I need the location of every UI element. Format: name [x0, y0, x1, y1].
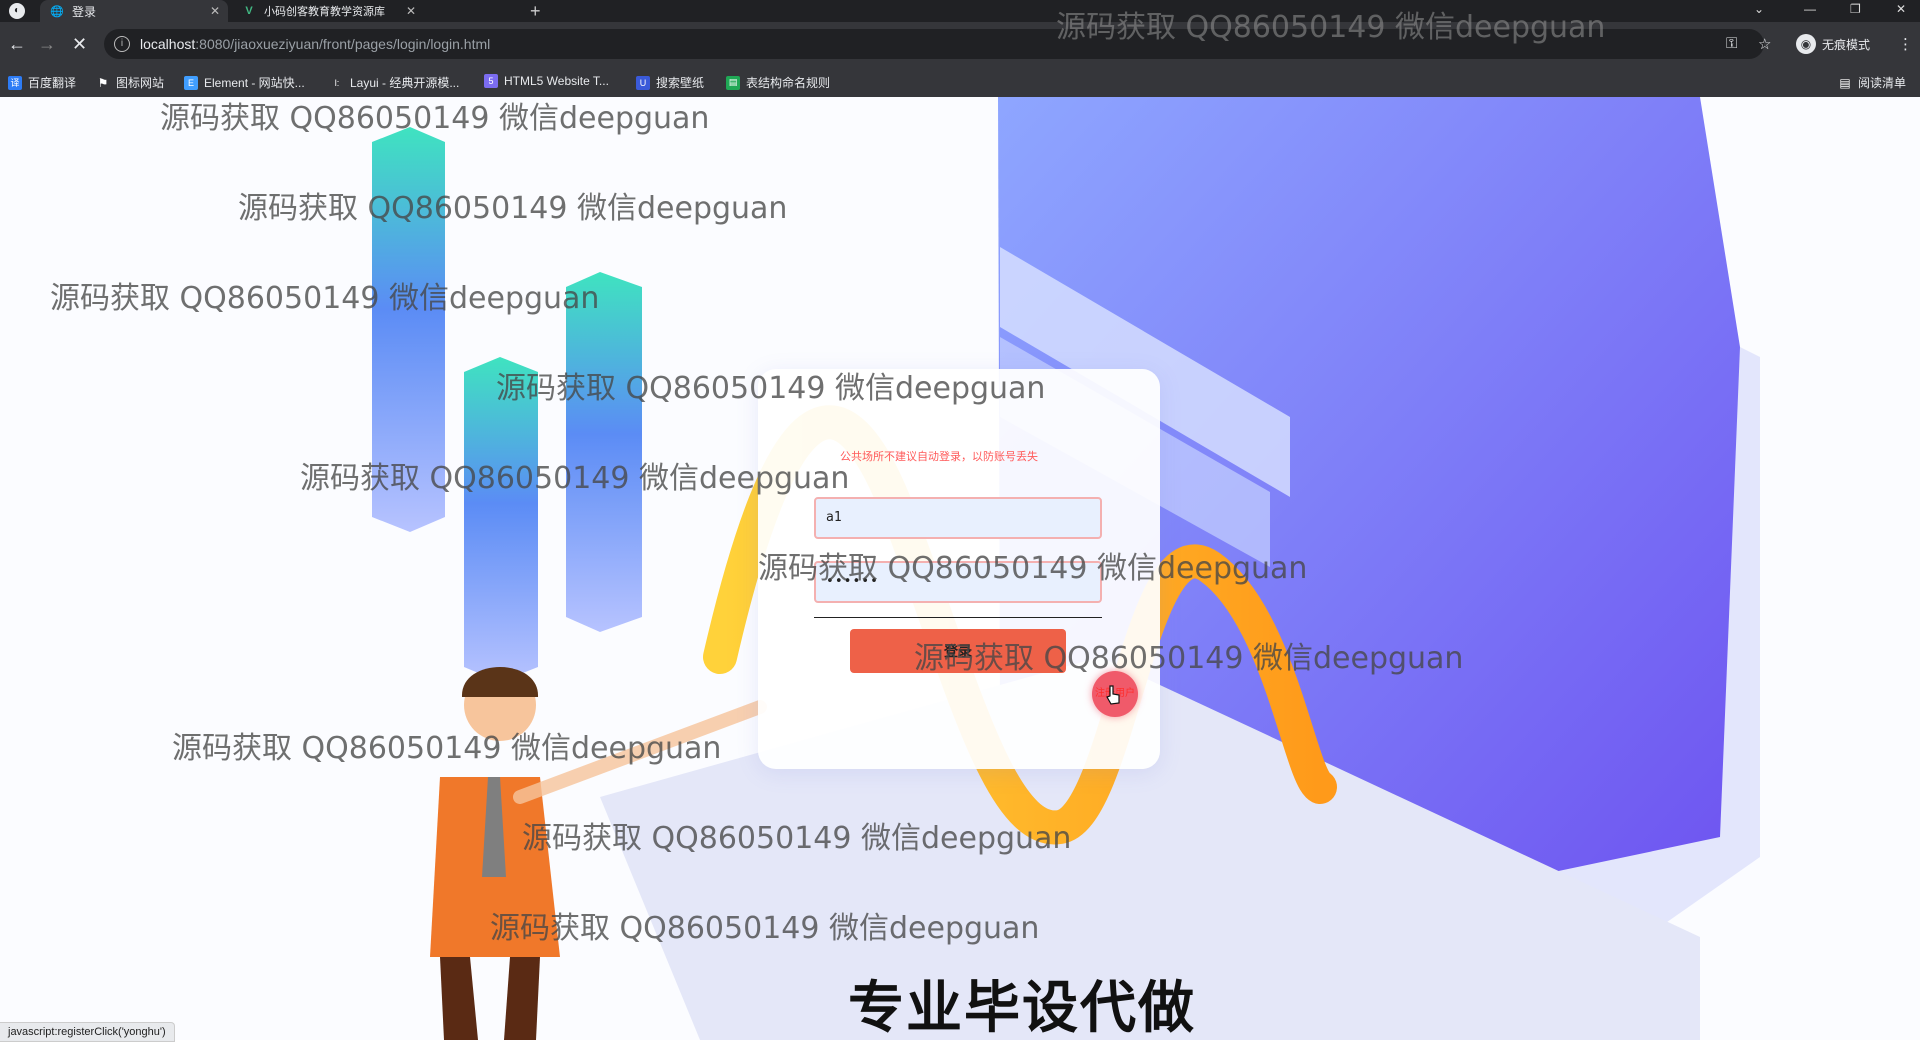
- tab-login[interactable]: 🌐 登录 ✕: [40, 0, 228, 22]
- login-page: 公共场所不建议自动登录，以防账号丢失 a1 •••••• 登录 注册用户 源码获…: [0, 97, 1920, 1040]
- translate-icon: 译: [8, 75, 22, 90]
- bookmark-label: Layui - 经典开源模...: [350, 76, 460, 90]
- minimize-icon[interactable]: —: [1804, 0, 1816, 22]
- status-bar-url: javascript:registerClick('yonghu'): [0, 1022, 175, 1042]
- forward-icon[interactable]: →: [38, 34, 56, 55]
- chart-bar-mid: [566, 272, 642, 632]
- bookmark-item[interactable]: E Element - 网站快...: [184, 74, 305, 91]
- incognito-icon: ◉: [1796, 34, 1816, 54]
- globe-icon: 🌐: [50, 5, 64, 18]
- vue-logo-icon: V: [245, 5, 253, 17]
- bookmark-item[interactable]: U 搜索壁纸: [636, 74, 704, 91]
- bookmark-label: Element - 网站快...: [204, 76, 305, 90]
- restore-icon[interactable]: ❐: [1850, 0, 1861, 22]
- security-hint: 公共场所不建议自动登录，以防账号丢失: [840, 451, 1038, 463]
- layui-logo-icon: l:: [334, 77, 340, 88]
- address-bar[interactable]: i localhost :8080/jiaoxueziyuan/front/pa…: [104, 29, 1764, 59]
- video-caption: 专业毕设代做: [848, 976, 1196, 1040]
- browser-tab-strip: ◐ 🌐 登录 ✕ V 小码创客教育教学资源库 ✕ + ⌄ — ❐ ✕: [0, 0, 1920, 22]
- bookmark-item[interactable]: ⚑ 图标网站: [96, 74, 164, 91]
- chart-bar-short: [464, 357, 538, 682]
- bookmark-item[interactable]: 译 百度翻译: [8, 74, 76, 91]
- login-button[interactable]: 登录: [850, 629, 1066, 673]
- element-logo-icon: E: [184, 75, 198, 90]
- incognito-label: 无痕模式: [1822, 37, 1871, 52]
- reading-list-button[interactable]: ▤ 阅读清单: [1838, 74, 1906, 91]
- window-close-icon[interactable]: ✕: [1896, 0, 1906, 22]
- html5-icon: 5: [484, 74, 498, 88]
- password-input[interactable]: ••••••: [814, 561, 1102, 603]
- close-icon[interactable]: ✕: [210, 4, 220, 18]
- wallpaper-icon: U: [636, 75, 650, 90]
- table-icon: ▤: [726, 75, 740, 90]
- tab-title: 小码创客教育教学资源库: [264, 6, 385, 18]
- bookmark-label: 图标网站: [116, 76, 165, 90]
- stop-loading-icon[interactable]: ✕: [72, 34, 87, 55]
- site-info-icon[interactable]: i: [114, 36, 130, 52]
- bookmark-label: 表结构命名规则: [746, 76, 831, 90]
- back-icon[interactable]: ←: [8, 34, 26, 55]
- bookmark-label: 百度翻译: [28, 76, 77, 90]
- chart-bar-tall: [372, 127, 445, 532]
- reading-list-icon: ▤: [1839, 75, 1851, 90]
- flag-icon: ⚑: [97, 75, 109, 90]
- username-input[interactable]: a1: [814, 497, 1102, 539]
- tab-resource-library[interactable]: V 小码创客教育教学资源库 ✕: [232, 0, 424, 22]
- bookmark-label: 搜索壁纸: [656, 76, 705, 90]
- tab-search-icon[interactable]: ⌄: [1754, 0, 1764, 22]
- bookmark-star-icon[interactable]: ☆: [1758, 35, 1771, 53]
- reading-list-label: 阅读清单: [1858, 76, 1907, 90]
- divider: [814, 617, 1102, 618]
- key-icon[interactable]: ⚿: [1726, 35, 1737, 52]
- close-icon[interactable]: ✕: [406, 4, 416, 18]
- bookmark-item[interactable]: 5 HTML5 Website T...: [484, 74, 609, 88]
- browser-menu-icon[interactable]: ◐: [9, 3, 25, 19]
- url-host: localhost: [140, 36, 196, 52]
- new-tab-icon[interactable]: +: [530, 0, 541, 22]
- bookmarks-bar: 译 百度翻译 ⚑ 图标网站 E Element - 网站快... l: Layu…: [0, 67, 1920, 98]
- bookmark-item[interactable]: l: Layui - 经典开源模...: [330, 74, 460, 91]
- bookmark-item[interactable]: ▤ 表结构命名规则: [726, 74, 830, 91]
- login-card: 公共场所不建议自动登录，以防账号丢失 a1 •••••• 登录 注册用户: [758, 369, 1160, 769]
- address-toolbar: ← → ✕ i localhost :8080/jiaoxueziyuan/fr…: [0, 22, 1920, 67]
- bookmark-label: HTML5 Website T...: [504, 74, 609, 88]
- tab-title: 登录: [72, 4, 97, 19]
- url-path: :8080/jiaoxueziyuan/front/pages/login/lo…: [195, 36, 491, 52]
- incognito-profile-button[interactable]: ◉ 无痕模式: [1796, 34, 1870, 54]
- more-menu-icon[interactable]: ⋮: [1898, 35, 1913, 53]
- hand-cursor-icon: [1106, 685, 1120, 705]
